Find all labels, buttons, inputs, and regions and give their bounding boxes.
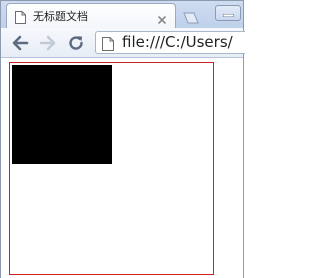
reload-icon[interactable] bbox=[67, 34, 85, 52]
back-arrow-icon[interactable] bbox=[11, 34, 29, 52]
address-text[interactable]: file:///C:/Users/ bbox=[122, 32, 233, 53]
forward-arrow-icon[interactable] bbox=[39, 34, 57, 52]
toolbar: file:///C:/Users/ bbox=[1, 28, 245, 58]
black-square bbox=[12, 65, 112, 164]
browser-window: 无标题文档 file:///C:/Users/ bbox=[0, 0, 245, 278]
address-bar[interactable]: file:///C:/Users/ bbox=[95, 31, 245, 54]
page-viewport bbox=[1, 58, 243, 278]
new-tab-icon[interactable] bbox=[183, 9, 199, 24]
browser-tab[interactable]: 无标题文档 bbox=[6, 3, 176, 28]
page-icon bbox=[102, 36, 114, 51]
outlined-container bbox=[9, 62, 214, 275]
favicon-page-icon bbox=[15, 9, 26, 24]
minimize-icon bbox=[223, 14, 234, 17]
tab-title: 无标题文档 bbox=[33, 10, 88, 23]
title-bar: 无标题文档 bbox=[1, 1, 243, 28]
minimize-button[interactable] bbox=[215, 5, 241, 21]
close-icon[interactable] bbox=[157, 10, 167, 24]
